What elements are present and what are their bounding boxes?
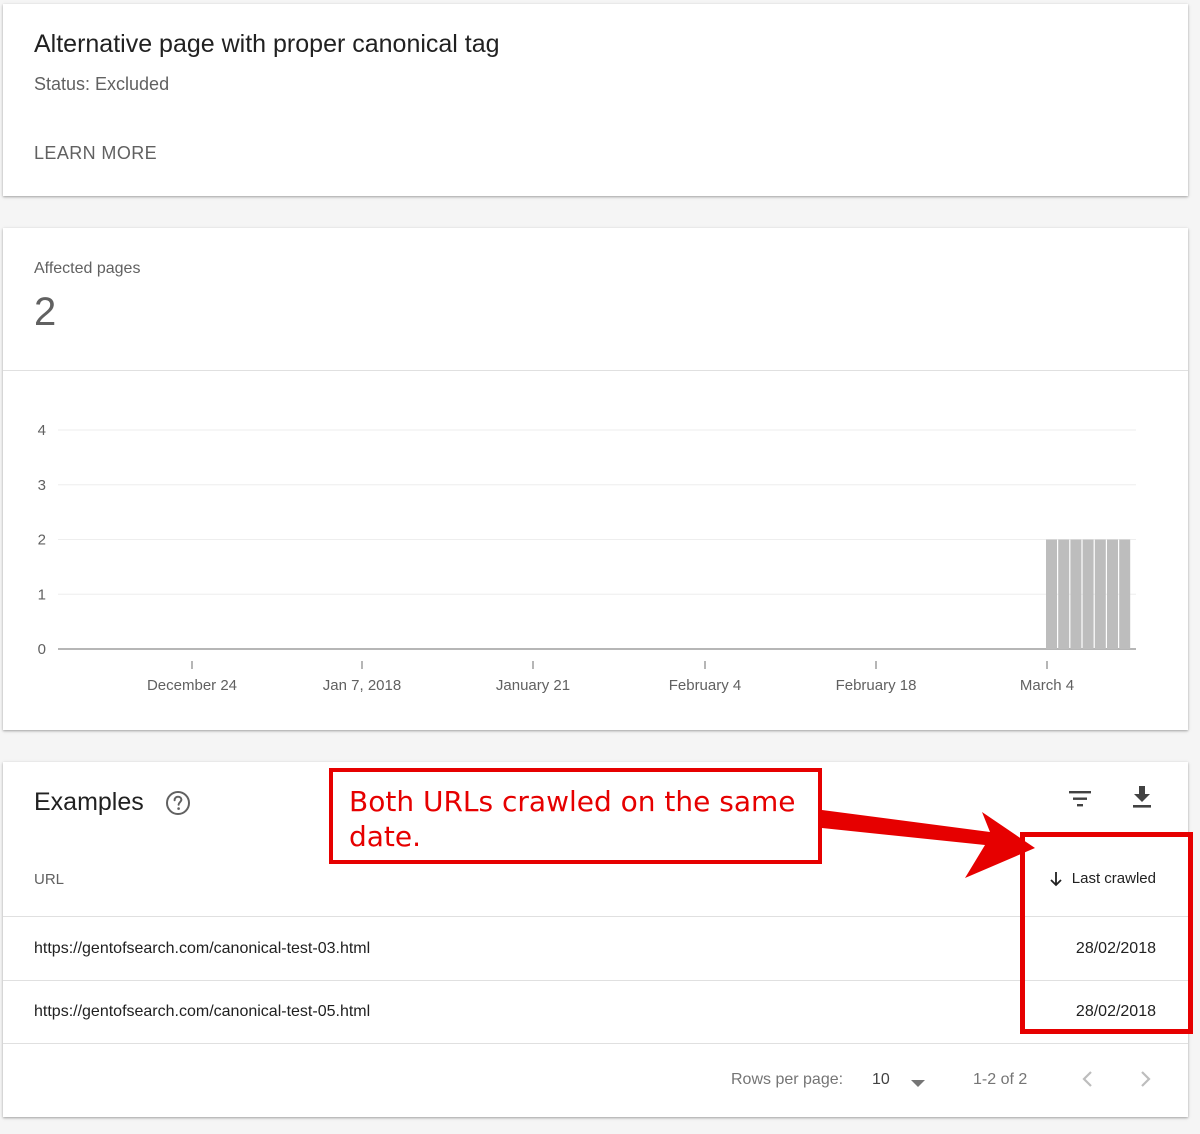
x-tick-label: February 18 — [836, 677, 917, 694]
download-icon[interactable] — [1129, 784, 1155, 810]
x-tick-label: Jan 7, 2018 — [323, 677, 401, 694]
y-tick-label: 1 — [38, 586, 46, 603]
chart-bar — [1058, 539, 1070, 649]
y-tick-label: 0 — [38, 641, 46, 658]
divider — [3, 980, 1188, 981]
chart-bar — [1094, 539, 1106, 649]
table-row-url[interactable]: https://gentofsearch.com/canonical-test-… — [34, 1003, 370, 1021]
chart-bar — [1107, 539, 1118, 649]
y-tick-label: 4 — [38, 422, 46, 439]
examples-title: Examples — [34, 788, 144, 816]
chart-bar — [1070, 539, 1082, 649]
issue-card: Alternative page with proper canonical t… — [3, 4, 1188, 196]
rows-per-page-select[interactable]: 10 — [872, 1071, 890, 1089]
divider — [3, 1043, 1188, 1044]
issue-title: Alternative page with proper canonical t… — [34, 30, 500, 58]
y-tick-label: 2 — [38, 532, 46, 549]
x-tick-label: March 4 — [1020, 677, 1074, 694]
pagination-range: 1-2 of 2 — [973, 1071, 1028, 1088]
learn-more-button[interactable]: LEARN MORE — [34, 143, 157, 164]
chevron-right-icon[interactable] — [1136, 1069, 1154, 1089]
chart-bar — [1046, 539, 1057, 649]
affected-pages-card: Affected pages 2 0 1 2 3 4 December 24 Jan 7, … — [3, 228, 1188, 730]
rows-per-page-label: Rows per page: — [731, 1071, 844, 1088]
annotation-callout: Both URLs crawled on the same date. — [329, 768, 822, 864]
dropdown-arrow-icon[interactable] — [910, 1078, 926, 1088]
issue-status: Status: Excluded — [34, 74, 170, 94]
help-circle-icon[interactable] — [165, 790, 191, 816]
chart-bar — [1082, 539, 1094, 649]
filter-icon[interactable] — [1067, 786, 1093, 812]
y-tick-label: 3 — [38, 477, 46, 494]
annotation-highlight-box — [1020, 832, 1193, 1034]
x-tick-label: February 4 — [669, 677, 742, 694]
table-row-url[interactable]: https://gentofsearch.com/canonical-test-… — [34, 940, 370, 958]
column-header-url[interactable]: URL — [34, 871, 64, 888]
affected-pages-chart: 0 1 2 3 4 December 24 Jan 7, 2018 January 21 Feb… — [38, 422, 1136, 694]
annotation-text: Both URLs crawled on the same date. — [349, 785, 796, 853]
divider — [3, 916, 1188, 917]
x-tick-label: January 21 — [496, 677, 570, 694]
chart-bar — [1119, 539, 1131, 649]
chevron-left-icon[interactable] — [1079, 1069, 1097, 1089]
x-tick-label: December 24 — [147, 677, 237, 694]
